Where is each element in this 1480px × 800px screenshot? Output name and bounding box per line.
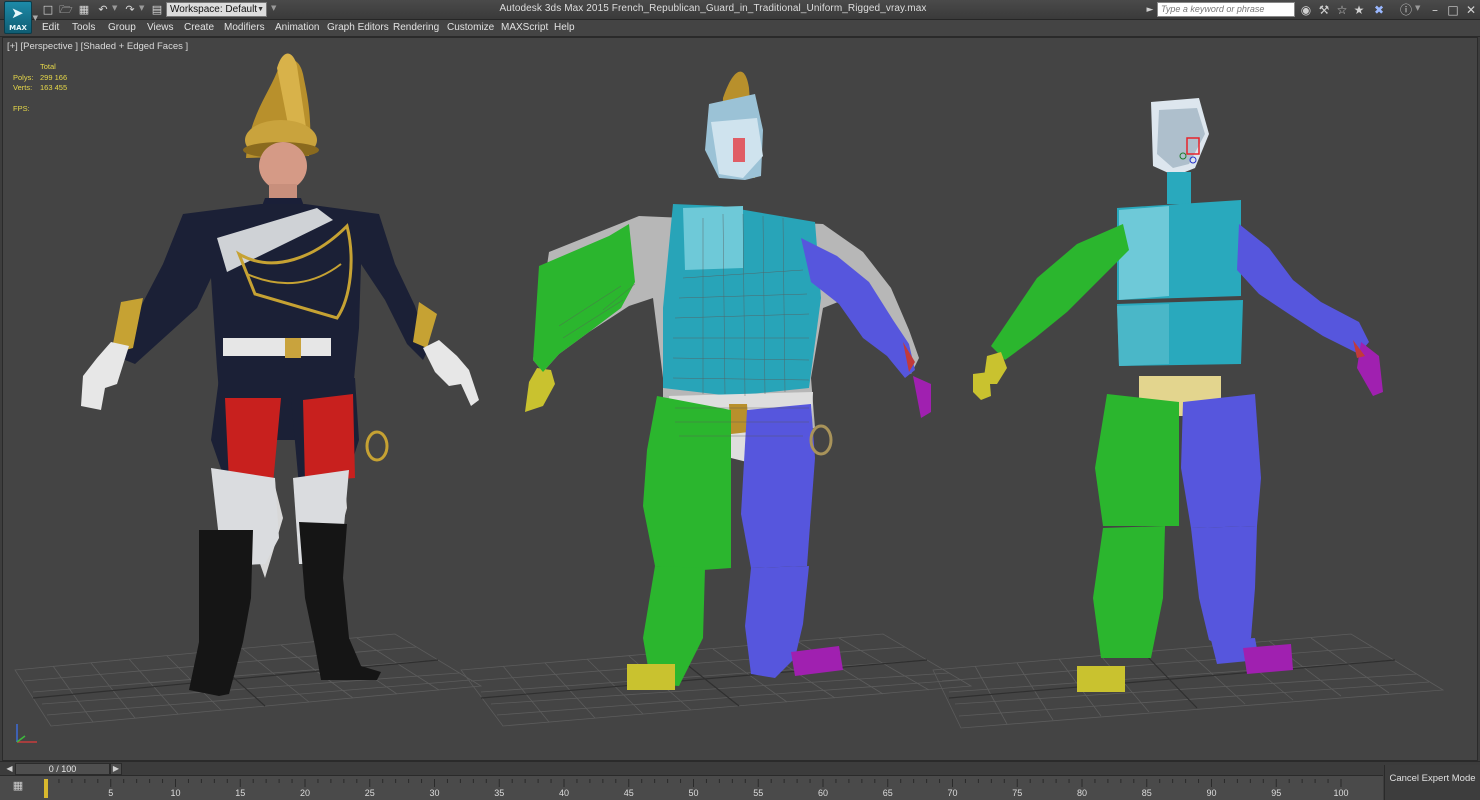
frame-tick-label: 100 — [1333, 788, 1348, 798]
autodesk-exchange-icon[interactable]: ✖ — [1371, 2, 1387, 18]
app-logo-button[interactable]: ➤ MAX ▼ — [4, 1, 38, 34]
app-window: ➤ MAX ▼ □ 🗁 ▦ ↶ ▼ ↷ ▼ ▤ Workspace: Defau… — [0, 0, 1480, 800]
help-icon[interactable]: ⓘ — [1398, 2, 1414, 18]
guard-rig-proxy-model[interactable] — [973, 98, 1383, 692]
curve-editor-icon[interactable]: ▦ — [10, 779, 26, 793]
axis-tripod-icon — [16, 724, 37, 743]
ground-grid-right — [932, 633, 1445, 729]
close-button[interactable]: ✕ — [1464, 2, 1478, 18]
frame-tick-label: 60 — [818, 788, 828, 798]
menu-views[interactable]: Views — [147, 22, 174, 33]
viewport-scene[interactable] — [3, 38, 1478, 761]
polys-value: 299 166 — [40, 72, 68, 82]
frame-tick-label: 20 — [300, 788, 310, 798]
menu-maxscript[interactable]: MAXScript — [501, 22, 548, 33]
track-bar[interactable]: 5 10 15 20 25 30 35 40 45 50 55 60 65 70 75 80 85 90 95 100 — [0, 775, 1383, 800]
menu-help[interactable]: Help — [554, 22, 575, 33]
menu-group[interactable]: Group — [108, 22, 136, 33]
frame-tick-label: 5 — [108, 788, 113, 798]
search-expand-icon[interactable]: ► — [1142, 2, 1158, 18]
next-frame-icon[interactable]: ▶ — [110, 763, 122, 775]
cancel-expert-mode-button[interactable]: Cancel Expert Mode — [1384, 765, 1480, 800]
minimize-button[interactable]: – — [1428, 2, 1442, 18]
binoculars-icon[interactable]: ◉ — [1298, 2, 1314, 18]
verts-value: 163 455 — [40, 83, 68, 92]
frame-tick-label: 25 — [365, 788, 375, 798]
frame-tick-label: 45 — [624, 788, 634, 798]
menu-graph-editors[interactable]: Graph Editors — [327, 22, 389, 33]
frame-tick-label: 80 — [1077, 788, 1087, 798]
time-slider[interactable]: ◀ 0 / 100 ▶ — [0, 761, 1480, 775]
search-input[interactable]: Type a keyword or phrase — [1157, 2, 1295, 17]
frame-tick-label: 50 — [688, 788, 698, 798]
stats-header: Total — [40, 62, 56, 71]
guard-rigged-mesh-model[interactable] — [525, 71, 931, 690]
fps-label: FPS: — [13, 104, 30, 113]
menu-animation[interactable]: Animation — [275, 22, 319, 33]
frame-tick-label: 55 — [753, 788, 763, 798]
favorites-star-icon[interactable]: ★ — [1351, 2, 1367, 18]
perspective-viewport[interactable]: [+] [Perspective ] [Shaded + Edged Faces… — [2, 37, 1478, 761]
maximize-button[interactable]: □ — [1446, 2, 1460, 18]
logo-text: MAX — [9, 24, 27, 32]
communication-center-icon[interactable]: ☆ — [1334, 2, 1350, 18]
previous-frame-icon[interactable]: ◀ — [4, 763, 15, 775]
help-dropdown-icon[interactable]: ▼ — [1415, 4, 1420, 12]
max-logo-icon: ➤ — [11, 4, 24, 22]
menu-edit[interactable]: Edit — [42, 22, 59, 33]
ground-grid-left — [14, 633, 483, 727]
track-bar-ruler[interactable]: 5 10 15 20 25 30 35 40 45 50 55 60 65 70 75 80 85 90 95 100 — [0, 776, 1383, 800]
menu-modifiers[interactable]: Modifiers — [224, 22, 265, 33]
frame-tick-label: 85 — [1142, 788, 1152, 798]
frame-tick-label: 40 — [559, 788, 569, 798]
viewport-label-menu[interactable]: [+] [Perspective ] [Shaded + Edged Faces… — [7, 41, 188, 52]
menu-customize[interactable]: Customize — [447, 22, 494, 33]
menu-bar: Edit Tools Group Views Create Modifiers … — [0, 20, 1480, 37]
title-bar: ➤ MAX ▼ □ 🗁 ▦ ↶ ▼ ↷ ▼ ▤ Workspace: Defau… — [0, 0, 1480, 34]
frame-tick-label: 10 — [170, 788, 180, 798]
menu-rendering[interactable]: Rendering — [393, 22, 439, 33]
frame-tick-label: 65 — [883, 788, 893, 798]
frame-tick-label: 90 — [1206, 788, 1216, 798]
menu-tools[interactable]: Tools — [72, 22, 95, 33]
frame-tick-label: 75 — [1012, 788, 1022, 798]
frame-tick-label: 70 — [947, 788, 957, 798]
current-frame-marker[interactable] — [44, 779, 48, 798]
frame-tick-label: 95 — [1271, 788, 1281, 798]
subscription-key-icon[interactable]: ⚒ — [1316, 2, 1332, 18]
time-slider-thumb[interactable]: 0 / 100 — [15, 763, 110, 775]
verts-label: Verts: — [13, 83, 33, 92]
polys-label: Polys: — [13, 72, 34, 82]
menu-create[interactable]: Create — [184, 22, 214, 33]
frame-tick-label: 35 — [494, 788, 504, 798]
frame-tick-label: 15 — [235, 788, 245, 798]
frame-tick-label: 30 — [429, 788, 439, 798]
logo-dropdown-icon: ▼ — [32, 14, 38, 22]
ground-grid-middle — [460, 633, 973, 727]
guard-textured-model[interactable] — [81, 53, 479, 697]
